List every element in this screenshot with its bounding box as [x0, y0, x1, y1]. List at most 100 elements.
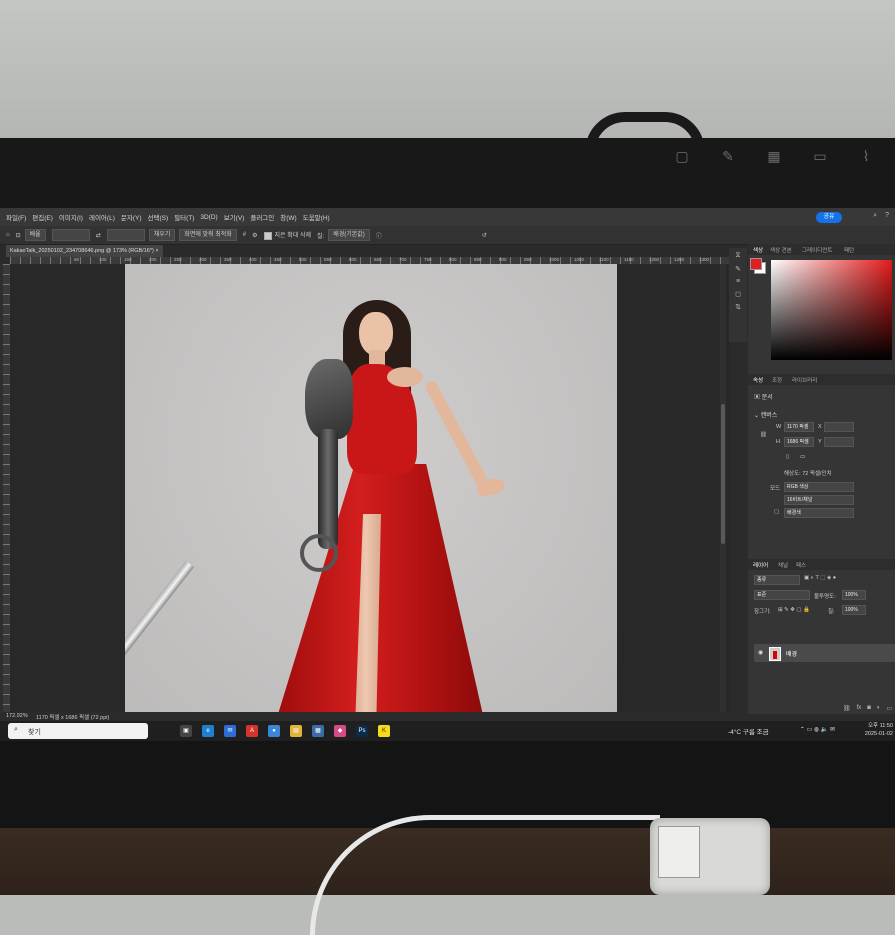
fill-field[interactable]: 100% — [842, 605, 866, 615]
taskbar-app-chat[interactable]: ● — [268, 725, 280, 737]
scrollbar-thumb[interactable] — [721, 404, 725, 544]
menu-item-9[interactable]: 플러그인 — [250, 212, 274, 222]
bit-depth-select[interactable]: 16비트/채널 — [784, 495, 854, 505]
layer-filter-icons[interactable]: ▣ ◐ T ⬚ ◈ ● — [804, 575, 836, 581]
menu-item-10[interactable]: 창(W) — [280, 212, 296, 222]
taskbar-clock[interactable]: 오후 11:50 2025-01-02 — [865, 722, 893, 738]
landscape-orientation-icon[interactable]: ▭ — [800, 454, 805, 460]
bg-color-select[interactable]: 배경색 — [784, 508, 854, 518]
link-layers-icon[interactable]: ⛓ — [843, 705, 851, 712]
menu-item-7[interactable]: 3D(D) — [200, 214, 217, 221]
straighten-button[interactable]: 화면에 맞춰 최적화 — [179, 229, 237, 241]
delete-cropped-checkbox[interactable]: 지은 확대 삭제 — [263, 230, 311, 240]
menu-item-2[interactable]: 이미지(I) — [59, 212, 83, 222]
share-button[interactable]: 공유 — [816, 212, 842, 223]
menu-item-8[interactable]: 보기(V) — [224, 212, 245, 222]
grid-icon[interactable]: ▦ — [765, 148, 783, 165]
tab-paths[interactable]: 패스 — [796, 561, 806, 569]
color-picker-field[interactable] — [771, 260, 892, 360]
clear-button[interactable]: 채우기 — [148, 229, 176, 241]
properties-icon[interactable]: ≡ — [736, 278, 740, 285]
close-tab-icon[interactable]: × — [155, 248, 158, 254]
tab-properties[interactable]: 속성 — [753, 376, 763, 384]
tab-layers[interactable]: 레이어 — [753, 561, 768, 569]
taskbar-app-app-pink[interactable]: ◆ — [334, 725, 346, 737]
lock-icons[interactable]: ⊞ ✎ ✥ ▢ 🔒 — [778, 607, 810, 613]
fill-select[interactable]: 배경(기본값) — [328, 229, 370, 241]
tab-patterns[interactable]: 패턴 — [844, 246, 854, 254]
tab-gradients[interactable]: 그레이디언트 — [802, 246, 832, 254]
menu-item-3[interactable]: 레이어(L) — [89, 212, 115, 222]
search-icon[interactable]: ⌕ — [873, 212, 877, 220]
eye-icon[interactable]: ◉ — [758, 649, 763, 656]
crop-icon[interactable]: ⊡ — [16, 232, 21, 239]
taskbar-app-kakaotalk[interactable]: K — [378, 725, 390, 737]
wrench-icon[interactable]: ✎ — [719, 148, 737, 165]
height-field[interactable]: 1686 픽셀 — [784, 437, 814, 447]
overlay-grid-icon[interactable]: # — [243, 232, 246, 238]
menu-item-0[interactable]: 파일(F) — [6, 212, 26, 222]
taskbar-app-task-view[interactable]: ▣ — [180, 725, 192, 737]
menu-item-6[interactable]: 필터(T) — [174, 212, 194, 222]
mode-select[interactable]: RGB 색상 — [784, 482, 854, 492]
reset-icon[interactable]: ↺ — [482, 232, 487, 239]
opacity-field[interactable]: 100% — [842, 590, 866, 600]
input-icon[interactable]: ▢ — [673, 148, 691, 165]
signal-icon[interactable]: ⌇ — [857, 148, 875, 165]
tab-channels[interactable]: 채널 — [778, 561, 788, 569]
red-dress-skirt — [275, 464, 485, 712]
menu-item-5[interactable]: 선택(S) — [147, 212, 168, 222]
foreground-color-swatch[interactable] — [750, 258, 762, 270]
brush-settings-icon[interactable]: ✎ — [735, 265, 741, 273]
swap-icon[interactable]: ⇄ — [96, 232, 101, 239]
image-canvas[interactable] — [125, 264, 617, 712]
layer-name[interactable]: 배경 — [786, 649, 797, 658]
canvas-section-title[interactable]: ⌄ 캔버스 — [754, 410, 777, 419]
tab-libraries[interactable]: 라이브러리 — [792, 376, 817, 384]
taskbar-app-store[interactable]: ▦ — [312, 725, 324, 737]
vertical-scrollbar[interactable] — [720, 264, 726, 712]
width-field[interactable]: 1170 픽셀 — [784, 422, 814, 432]
document-tab[interactable]: KakaoTalk_20250102_234708646.png @ 173% … — [6, 245, 163, 257]
taskbar-search[interactable]: ⌕ 찾기 — [8, 723, 148, 739]
ruler-tick-label: 1150 — [624, 257, 634, 262]
adjust-icon[interactable]: ⇅ — [735, 303, 741, 311]
comment-icon[interactable]: ◻ — [735, 290, 741, 298]
height-ratio-field[interactable] — [106, 229, 145, 241]
home-icon[interactable]: ⌂ — [6, 232, 10, 238]
layer-kind-filter[interactable]: 종류 — [754, 575, 800, 585]
portrait-orientation-icon[interactable]: ▯ — [786, 454, 789, 460]
display-icon[interactable]: ▭ — [811, 148, 829, 165]
tab-adjustments[interactable]: 조정 — [772, 376, 782, 384]
folder-icon[interactable]: ▭ — [887, 705, 893, 712]
taskbar-app-mail[interactable]: ✉ — [224, 725, 236, 737]
blend-mode-select[interactable]: 표준 — [754, 590, 810, 600]
history-icon[interactable]: ⧖ — [736, 252, 741, 260]
bg-color-swatch[interactable]: ▢ — [774, 509, 779, 515]
tab-color[interactable]: 색상 — [753, 246, 763, 254]
layer-row-background[interactable]: ◉ 배경 — [754, 644, 895, 662]
taskbar-app-edge[interactable]: e — [202, 725, 214, 737]
adjustment-layer-icon[interactable]: ◐ — [877, 705, 881, 712]
menu-item-1[interactable]: 편집(E) — [32, 212, 53, 222]
menu-item-4[interactable]: 문자(Y) — [121, 212, 142, 222]
link-icon[interactable]: ⛓ — [760, 432, 767, 438]
x-field[interactable] — [824, 422, 854, 432]
system-tray-icons[interactable]: ⌃ ▭ ◍ 🔈 ✉ — [800, 726, 835, 741]
document-tab-row: KakaoTalk_20250102_234708646.png @ 173% … — [0, 245, 740, 257]
taskbar-app-acrobat[interactable]: A — [246, 725, 258, 737]
ratio-select[interactable]: 배율 — [24, 229, 46, 241]
help-icon[interactable]: ? — [885, 212, 889, 220]
width-ratio-field[interactable] — [51, 229, 90, 241]
fx-icon[interactable]: fx — [857, 705, 862, 712]
zoom-readout[interactable]: 172.92% — [6, 713, 28, 719]
settings-gear-icon[interactable]: ⚙ — [252, 232, 257, 239]
y-field[interactable] — [824, 437, 854, 447]
info-icon[interactable]: ⓘ — [376, 231, 382, 240]
taskbar-app-explorer[interactable]: ▤ — [290, 725, 302, 737]
mask-icon[interactable]: ◙ — [867, 705, 871, 712]
tab-swatches[interactable]: 색상 견본 — [770, 246, 792, 254]
menu-item-11[interactable]: 도움말(H) — [303, 212, 330, 222]
taskbar-app-photoshop[interactable]: Ps — [356, 725, 368, 737]
weather-widget[interactable]: -4°C 구름 조금 — [728, 726, 769, 736]
